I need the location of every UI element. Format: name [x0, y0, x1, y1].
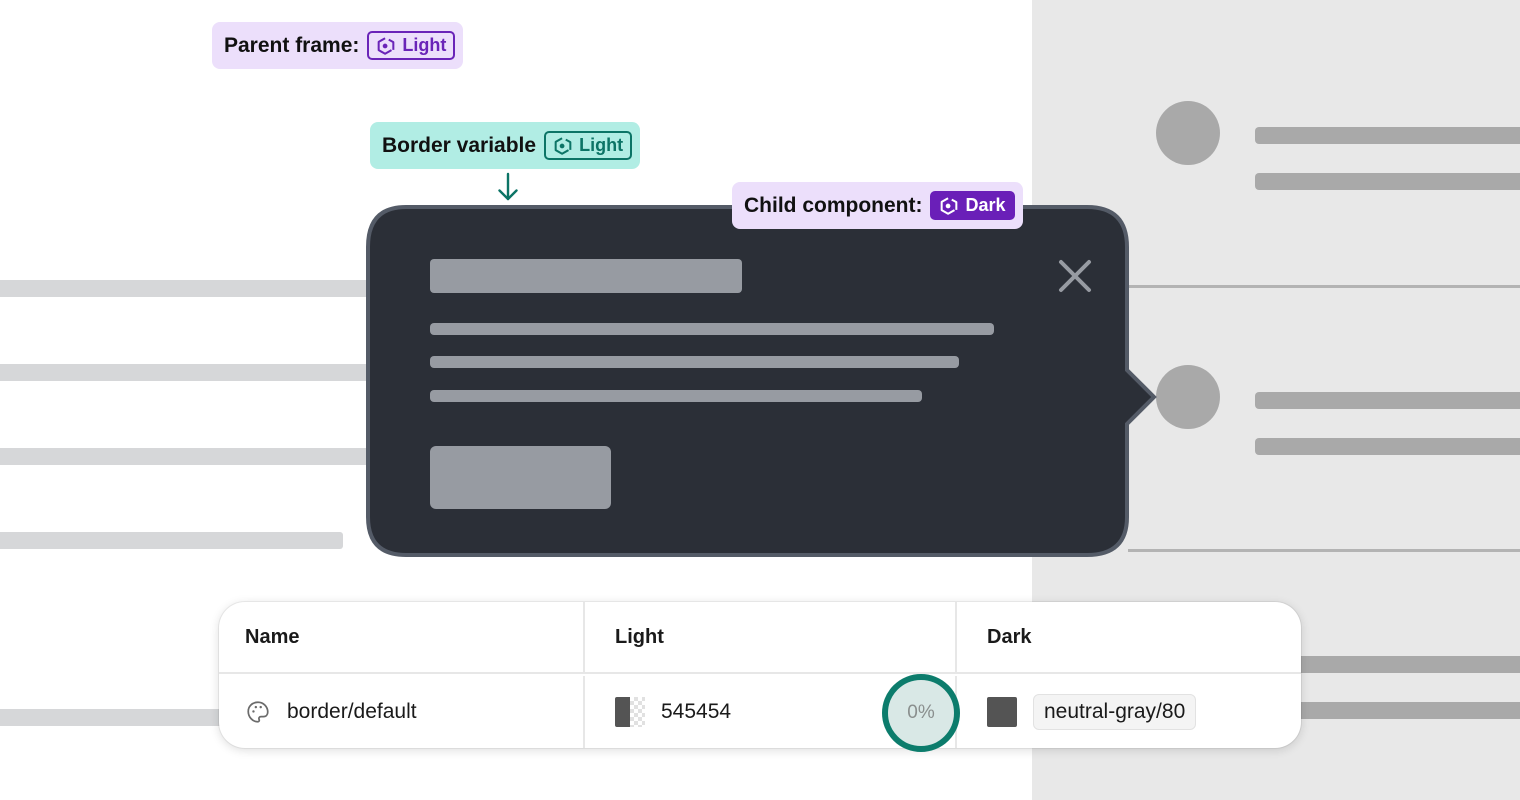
child-component-label: Child component: [744, 193, 923, 217]
variable-mode-icon [378, 36, 395, 55]
color-swatch-dark[interactable] [987, 697, 1017, 727]
avatar-placeholder [1156, 101, 1220, 165]
placeholder-line [1300, 702, 1520, 719]
button-skeleton[interactable] [430, 446, 611, 509]
table-header: Name Light Dark [219, 602, 1301, 674]
placeholder-line [0, 280, 370, 297]
mode-label: Dark [965, 195, 1006, 215]
arrow-down-icon [498, 172, 518, 201]
palette-icon [247, 701, 269, 723]
column-header-dark: Dark [987, 625, 1032, 648]
opacity-value: 0% [907, 702, 935, 723]
column-header-light: Light [615, 625, 664, 648]
placeholder-line [1255, 173, 1520, 190]
light-hex-value[interactable]: 545454 [661, 700, 731, 724]
child-component-annotation: Child component: Dark [732, 182, 1023, 229]
text-skeleton [430, 323, 994, 335]
border-variable-annotation: Border variable Light [370, 122, 641, 169]
text-skeleton [430, 390, 922, 402]
title-skeleton [430, 259, 742, 293]
column-header-name: Name [245, 625, 300, 648]
color-swatch-light[interactable] [615, 697, 645, 727]
table-row[interactable]: border/default 545454 neutral-gray/80 [219, 676, 1301, 748]
border-variable-label: Border variable [382, 133, 537, 157]
placeholder-line [0, 532, 343, 549]
mode-badge-dark: Dark [930, 191, 1015, 220]
list-divider [1128, 285, 1520, 288]
variable-mode-icon [941, 196, 958, 215]
variable-name[interactable]: border/default [287, 700, 417, 724]
dark-popover [366, 205, 1157, 557]
variables-table: Name Light Dark border/default 545454 ne… [219, 602, 1301, 748]
list-divider [1128, 549, 1520, 552]
close-icon[interactable] [1056, 257, 1094, 295]
text-skeleton [430, 356, 959, 368]
mode-badge-light: Light [544, 131, 633, 160]
placeholder-line [1255, 392, 1520, 409]
variable-mode-icon [554, 136, 572, 155]
placeholder-line [1300, 656, 1520, 673]
parent-frame-label: Parent frame: [224, 33, 360, 57]
placeholder-line [0, 709, 220, 726]
mode-badge-light: Light [367, 31, 456, 60]
placeholder-line [1255, 438, 1520, 455]
swatch-transparency [630, 697, 645, 727]
placeholder-line [0, 448, 370, 465]
parent-frame-annotation: Parent frame: Light [212, 22, 464, 69]
mode-label: Light [579, 135, 624, 155]
placeholder-line [1255, 127, 1520, 144]
opacity-highlight[interactable]: 0% [882, 674, 960, 752]
alias-token[interactable]: neutral-gray/80 [1033, 694, 1197, 730]
mode-label: Light [402, 35, 447, 55]
placeholder-line [0, 364, 370, 381]
swatch-solid [615, 697, 630, 727]
